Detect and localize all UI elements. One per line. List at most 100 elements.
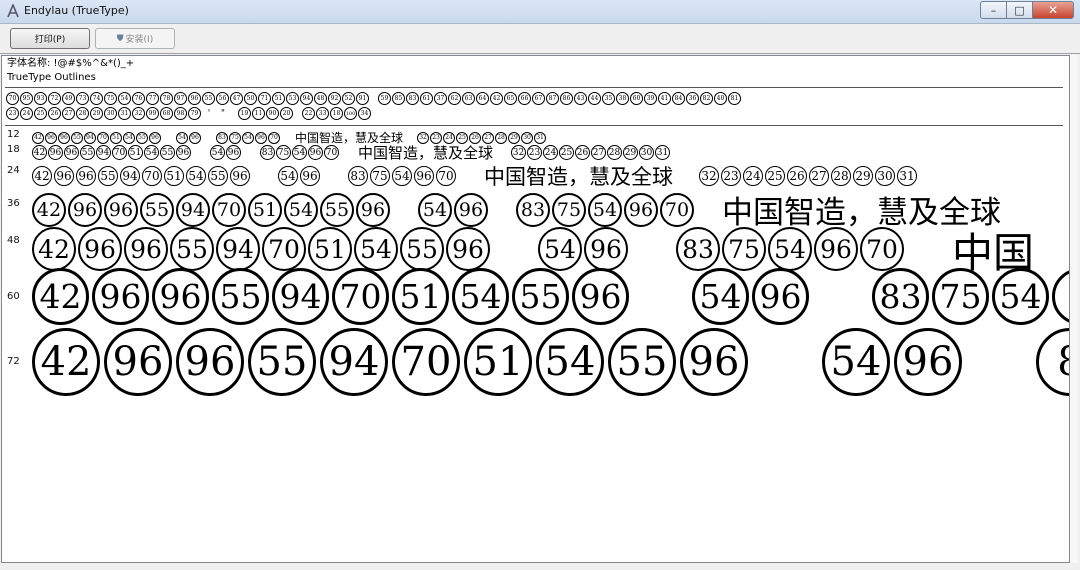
install-button[interactable]: ⛊ 安装(I) bbox=[95, 28, 175, 49]
maximize-button[interactable]: □ bbox=[1006, 1, 1032, 19]
circled-glyph: 96 bbox=[78, 227, 122, 271]
charset-glyph: 38 bbox=[616, 92, 629, 105]
charset-glyph: 24 bbox=[20, 107, 33, 120]
charset-glyph: 53 bbox=[286, 92, 299, 105]
circled-glyph: 31 bbox=[897, 166, 917, 186]
circled-glyph: 24 bbox=[543, 145, 559, 160]
circled-glyph: 75 bbox=[276, 145, 291, 160]
sample-line: 42 96 96 55 94 70 51 54 55 96 54 96 83 75 54 96 70 中国智造，慧… bbox=[32, 142, 671, 163]
size-label: 18 bbox=[7, 143, 20, 155]
size-label: 12 bbox=[7, 129, 20, 140]
circled-glyph: 96 bbox=[124, 227, 168, 271]
charset-glyph: 61 bbox=[420, 92, 433, 105]
circled-glyph: 54 bbox=[292, 145, 307, 160]
circled-glyph: 96 bbox=[54, 166, 74, 186]
circled-glyph: 96 bbox=[104, 328, 172, 396]
charset-glyph: 29 bbox=[90, 107, 103, 120]
charset-glyph: 11 bbox=[252, 107, 265, 120]
title-bar: Endylau (TrueType) – □ ✕ bbox=[0, 0, 1080, 24]
charset-glyph: 87 bbox=[546, 92, 559, 105]
charset-glyph: 34 bbox=[358, 107, 371, 120]
circled-glyph: 96 bbox=[680, 328, 748, 396]
minimize-button[interactable]: – bbox=[980, 1, 1006, 19]
charset-glyph: 36 bbox=[686, 92, 699, 105]
circled-glyph: 70 bbox=[392, 328, 460, 396]
charset-glyph: 33 bbox=[316, 107, 329, 120]
circled-glyph: 83 bbox=[872, 268, 929, 325]
circled-glyph: 55 bbox=[248, 328, 316, 396]
font-a-icon bbox=[7, 4, 19, 18]
circled-glyph: 94 bbox=[96, 145, 111, 160]
circled-glyph: 26 bbox=[575, 145, 591, 160]
window-controls: – □ ✕ bbox=[980, 1, 1074, 19]
charset-glyph: 63 bbox=[462, 92, 475, 105]
font-name-line: 字体名称: !@#$%^&*()_+ bbox=[7, 58, 135, 69]
circled-glyph: 96 bbox=[176, 145, 191, 160]
circled-glyph: 94 bbox=[216, 227, 260, 271]
charset-glyph: 26 bbox=[48, 107, 61, 120]
circled-glyph: 5 bbox=[1052, 268, 1069, 325]
circled-glyph: 8 bbox=[1036, 328, 1069, 396]
charset-glyph: 94 bbox=[300, 92, 313, 105]
circled-glyph: 51 bbox=[392, 268, 449, 325]
sample-text: 中国智造，慧及全球 bbox=[358, 144, 494, 162]
charset-glyph: 51 bbox=[272, 92, 285, 105]
charset-row-2: 23 24 25 26 27 28 29 30 31 32 99 68 98 79 ' " 19 11 90 20 22… bbox=[6, 107, 372, 120]
charset-glyph: 85 bbox=[392, 92, 405, 105]
charset-glyph: 31 bbox=[118, 107, 131, 120]
circled-glyph: 70 bbox=[332, 268, 389, 325]
divider bbox=[5, 87, 1063, 88]
charset-glyph: 39 bbox=[644, 92, 657, 105]
circled-glyph: 70 bbox=[142, 166, 162, 186]
charset-glyph: 81 bbox=[728, 92, 741, 105]
circled-glyph: 30 bbox=[639, 145, 655, 160]
circled-glyph: 55 bbox=[608, 328, 676, 396]
charset-glyph: 23 bbox=[6, 107, 19, 120]
charset-glyph: ' bbox=[207, 108, 211, 119]
circled-glyph: 96 bbox=[152, 268, 209, 325]
size-label: 60 bbox=[7, 290, 20, 302]
circled-glyph: 96 bbox=[300, 166, 320, 186]
circled-glyph: 27 bbox=[809, 166, 829, 186]
charset-glyph: 22 bbox=[302, 107, 315, 120]
charset-glyph: 84 bbox=[672, 92, 685, 105]
close-button[interactable]: ✕ bbox=[1032, 1, 1074, 19]
scrollbar[interactable] bbox=[1070, 55, 1078, 563]
print-button[interactable]: 打印(P) bbox=[10, 28, 90, 49]
charset-glyph: 77 bbox=[146, 92, 159, 105]
circled-glyph: 96 bbox=[308, 145, 323, 160]
charset-glyph: 35 bbox=[602, 92, 615, 105]
charset-glyph: 52 bbox=[342, 92, 355, 105]
circled-glyph: 54 bbox=[210, 145, 225, 160]
charset-glyph: 82 bbox=[700, 92, 713, 105]
circled-glyph: 42 bbox=[32, 145, 47, 160]
circled-glyph: 96 bbox=[76, 166, 96, 186]
circled-glyph: 28 bbox=[607, 145, 623, 160]
charset-glyph: 70 bbox=[6, 92, 19, 105]
circled-glyph: 51 bbox=[128, 145, 143, 160]
charset-glyph: 55 bbox=[202, 92, 215, 105]
charset-glyph: 96 bbox=[188, 92, 201, 105]
circled-glyph: 26 bbox=[787, 166, 807, 186]
charset-glyph: 60 bbox=[630, 92, 643, 105]
charset-glyph: 62 bbox=[448, 92, 461, 105]
charset-glyph: 98 bbox=[174, 107, 187, 120]
circled-glyph: 55 bbox=[212, 268, 269, 325]
circled-glyph: 75 bbox=[722, 227, 766, 271]
charset-glyph: 56 bbox=[216, 92, 229, 105]
font-preview-pane[interactable]: 字体名称: !@#$%^&*()_+ TrueType Outlines 70 9… bbox=[1, 55, 1070, 563]
circled-glyph: 31 bbox=[655, 145, 671, 160]
charset-glyph: 79 bbox=[188, 107, 201, 120]
charset-glyph: 65 bbox=[504, 92, 517, 105]
circled-glyph: 55 bbox=[80, 145, 95, 160]
circled-glyph: 96 bbox=[230, 166, 250, 186]
charset-glyph: 93 bbox=[34, 92, 47, 105]
circled-glyph: 54 bbox=[822, 328, 890, 396]
circled-glyph: 96 bbox=[814, 227, 858, 271]
charset-glyph: 20 bbox=[280, 107, 293, 120]
charset-glyph: 41 bbox=[658, 92, 671, 105]
circled-glyph: 75 bbox=[932, 268, 989, 325]
size-label: 36 bbox=[7, 198, 20, 209]
charset-glyph: 40 bbox=[714, 92, 727, 105]
circled-glyph: 94 bbox=[120, 166, 140, 186]
